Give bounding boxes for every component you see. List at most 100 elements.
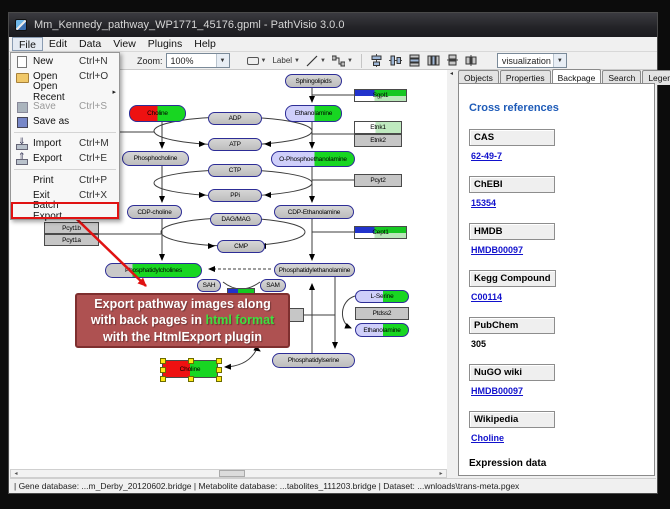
pathway-node-phosphatidylcholines[interactable]: Phosphatidylcholines: [105, 263, 202, 278]
pathway-node-phosphatidylserine[interactable]: Phosphatidylserine: [272, 353, 355, 368]
crossref-section-pubchem: PubChem305: [469, 315, 654, 349]
pathway-node-sah[interactable]: SAH: [197, 279, 221, 292]
crossref-section-title: Kegg Compound: [469, 270, 556, 287]
file-menu-item-save[interactable]: SaveCtrl+S: [12, 99, 118, 114]
pathway-node-pcyt2[interactable]: Pcyt2: [354, 174, 402, 187]
crossref-section-title: ChEBI: [469, 176, 555, 193]
selection-handle[interactable]: [216, 358, 222, 364]
collapse-arrow-icon[interactable]: ◂: [450, 71, 453, 77]
stack-horizontal-button[interactable]: [462, 53, 481, 69]
zoom-combo[interactable]: 100% ▼: [166, 53, 230, 68]
pathway-node-adp[interactable]: ADP: [208, 112, 262, 125]
pathway-node-dag-mag[interactable]: DAG/MAG: [210, 213, 262, 226]
crossref-link[interactable]: Choline: [471, 433, 654, 443]
menubar-item-help[interactable]: Help: [188, 37, 222, 51]
chevron-down-icon[interactable]: ▼: [216, 54, 229, 67]
crossref-link[interactable]: C00114: [471, 292, 654, 302]
pathway-node-ptdss2[interactable]: Ptdss2: [355, 307, 409, 320]
pathway-node-ethanolamine[interactable]: Ethanolamine: [285, 105, 342, 122]
file-menu-item-open-recent[interactable]: Open Recent▸: [12, 84, 118, 99]
file-menu-item-new[interactable]: NewCtrl+N: [12, 54, 118, 69]
align-center-horizontal-icon: [370, 54, 383, 67]
chevron-down-icon[interactable]: ▼: [553, 54, 566, 67]
menu-icon-spacer: [14, 190, 30, 201]
gene-product-tool-button[interactable]: ▼: [244, 53, 270, 69]
line-tool-button[interactable]: ▼: [303, 53, 329, 69]
selection-handle[interactable]: [188, 358, 194, 364]
toolbar-separator: [361, 54, 362, 68]
file-menu-item-import[interactable]: ImportCtrl+M: [12, 136, 118, 151]
crossref-link[interactable]: HMDB00097: [471, 386, 654, 396]
pathway-node-ctp[interactable]: CTP: [208, 164, 262, 177]
align-center-vertical-icon: [389, 54, 402, 67]
zoom-value: 100%: [171, 56, 194, 66]
annotation-callout: Export pathway images along with back pa…: [75, 293, 290, 348]
connector-tool-button[interactable]: ▼: [329, 53, 356, 69]
distribute-horizontal-button[interactable]: [424, 53, 443, 69]
pathway-node-ppi[interactable]: PPi: [208, 189, 262, 202]
menubar-item-plugins[interactable]: Plugins: [142, 37, 188, 51]
horizontal-scrollbar[interactable]: ◂ ▸: [10, 469, 447, 478]
pathway-node-cdp-choline[interactable]: CDP-choline: [127, 205, 182, 219]
pathway-node-etnk2[interactable]: Etnk2: [354, 134, 402, 147]
file-menu-item-export[interactable]: ExportCtrl+E: [12, 151, 118, 166]
pathway-node-pcyt1b[interactable]: Pcyt1b: [44, 222, 99, 234]
visualization-select[interactable]: visualization ▼: [497, 53, 567, 68]
visualization-value: visualization: [502, 56, 551, 66]
distribute-vertical-button[interactable]: [405, 53, 424, 69]
crossref-section-kegg-compound: Kegg Compound C00114: [469, 268, 654, 302]
pathway-node-l-serine[interactable]: L-Serine: [355, 290, 409, 303]
sidebar-panel: ObjectsPropertiesBackpageSearchLegend Cr…: [456, 70, 657, 478]
scroll-left-icon[interactable]: ◂: [11, 470, 21, 477]
menubar-item-data[interactable]: Data: [73, 37, 107, 51]
selection-handle[interactable]: [160, 358, 166, 364]
stack-vertical-icon: [446, 54, 459, 67]
pathway-node-cept1[interactable]: Cept1: [354, 226, 407, 239]
scroll-right-icon[interactable]: ▸: [436, 470, 446, 477]
pathway-node-cdp-ethanolamine[interactable]: CDP-Ethanolamine: [274, 205, 354, 219]
align-center-horizontal-button[interactable]: [367, 53, 386, 69]
pathway-node-pcyt1a[interactable]: Pcyt1a: [44, 234, 99, 246]
crossref-link[interactable]: 62-49-7: [471, 151, 654, 161]
pathway-node-o-phosphoethanolamine[interactable]: O-Phosphoethanolamine: [271, 151, 355, 167]
menubar-item-edit[interactable]: Edit: [43, 37, 73, 51]
menu-bar: FileEditDataViewPluginsHelp: [9, 37, 657, 52]
file-menu-item-save-as[interactable]: Save as: [12, 114, 118, 129]
screenshot-stage: Mm_Kennedy_pathway_WP1771_45176.gpml - P…: [0, 0, 670, 509]
pathway-node-choline[interactable]: Choline: [162, 360, 218, 378]
pathway-node-choline[interactable]: Choline: [129, 105, 186, 122]
label-tool-button[interactable]: Label ▼: [269, 53, 303, 69]
callout-text-highlight: html format: [205, 313, 274, 327]
pathway-node-sgpl1[interactable]: Sgpl1: [354, 89, 407, 102]
crossref-section-title: CAS: [469, 129, 555, 146]
scrollbar-thumb[interactable]: [219, 470, 245, 477]
tab-backpage[interactable]: Backpage: [552, 69, 602, 84]
title-bar[interactable]: Mm_Kennedy_pathway_WP1771_45176.gpml - P…: [9, 13, 657, 37]
menubar-item-view[interactable]: View: [107, 37, 142, 51]
menubar-item-file[interactable]: File: [12, 37, 43, 51]
scrollbar-track[interactable]: [21, 470, 436, 477]
pathway-node-ethanolamine[interactable]: Ethanolamine: [355, 323, 409, 337]
align-center-vertical-button[interactable]: [386, 53, 405, 69]
chevron-down-icon: ▼: [261, 58, 267, 64]
pathway-node-atp[interactable]: ATP: [208, 138, 262, 151]
pathway-node-phosphocholine[interactable]: Phosphocholine: [122, 151, 189, 166]
selection-handle[interactable]: [188, 376, 194, 382]
pathway-node-etnk1[interactable]: Etnk1: [354, 121, 402, 134]
panel-splitter[interactable]: ◂: [447, 70, 456, 478]
crossref-link[interactable]: 15354: [471, 198, 654, 208]
pathway-node-sphingolipids[interactable]: Sphingolipids: [285, 74, 342, 88]
file-menu-item-print[interactable]: PrintCtrl+P: [12, 173, 118, 188]
selection-handle[interactable]: [216, 367, 222, 373]
crossref-link[interactable]: HMDB00097: [471, 245, 654, 255]
chevron-down-icon: ▼: [347, 58, 353, 64]
pathway-node-sam[interactable]: SAM: [260, 279, 286, 292]
stack-vertical-button[interactable]: [443, 53, 462, 69]
pathway-node-cmp[interactable]: CMP: [217, 240, 265, 253]
file-menu-item-batch-export[interactable]: Batch Export: [12, 203, 118, 218]
selection-handle[interactable]: [216, 376, 222, 382]
selection-handle[interactable]: [160, 376, 166, 382]
pathway-node-phosphatidylethanolamine[interactable]: Phosphatidylethanolamine: [274, 263, 355, 277]
selection-handle[interactable]: [160, 367, 166, 373]
crossref-section-title: NuGO wiki: [469, 364, 555, 381]
